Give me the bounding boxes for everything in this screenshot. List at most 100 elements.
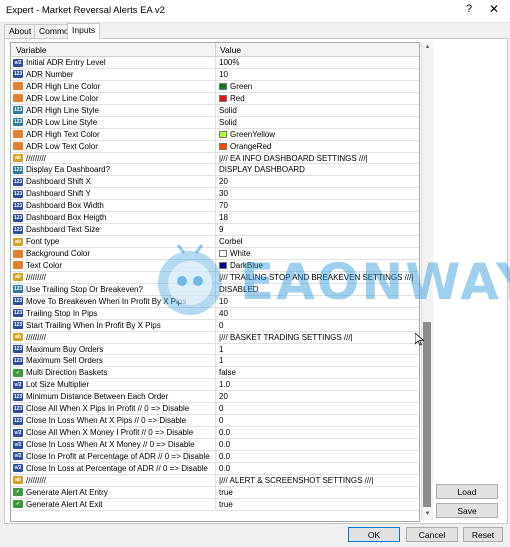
table-row[interactable]: ADR Low Text Color OrangeRed [11,140,419,153]
ok-button[interactable]: OK [348,527,400,542]
table-row[interactable]: 123 Dashboard Shift X 20 [11,176,419,189]
param-value[interactable]: DISPLAY DASHBOARD [219,165,305,174]
table-row[interactable]: v/2 Close In Loss When At X Money // 0 =>… [11,439,419,451]
vertical-scrollbar[interactable]: ▲ ▼ [421,42,433,520]
param-value[interactable]: 1 [219,356,223,365]
param-value[interactable]: 18 [219,213,228,222]
param-value[interactable]: GreenYellow [230,130,275,139]
table-row[interactable]: ab///////// |/// TRAILING STOP AND BREAKE… [11,271,419,284]
param-value[interactable]: 20 [219,177,228,186]
table-row[interactable]: ADR High Text Color GreenYellow [11,128,419,141]
table-row[interactable]: v/2 Initial ADR Entry Level 100% [11,57,419,69]
close-button[interactable]: ✕ [487,2,501,16]
scroll-thumb[interactable] [423,322,431,507]
param-value[interactable]: |/// TRAILING STOP AND BREAKEVEN SETTING… [219,273,413,282]
table-row[interactable]: 123 Start Trailing When In Profit By X Pi… [11,319,419,332]
param-value[interactable]: 0 [219,321,223,330]
param-value[interactable]: DarkBlue [230,261,263,270]
param-value[interactable]: |/// EA INFO DASHBOARD SETTINGS ///| [219,154,368,163]
color-swatch[interactable] [219,261,227,269]
cancel-button[interactable]: Cancel [406,527,458,542]
table-row[interactable]: 123 Dashboard Box Heigth 18 [11,212,419,225]
tab-about[interactable]: About [4,24,37,38]
table-row[interactable]: 123 Dashboard Text Size 9 [11,224,419,237]
table-row[interactable]: v/2 Close In Profit at Percentage of ADR … [11,450,419,463]
param-value[interactable]: 20 [219,392,228,401]
param-value[interactable]: OrangeRed [230,142,271,151]
param-value[interactable]: Corbel [219,237,243,246]
color-swatch[interactable] [219,82,227,90]
param-value[interactable]: Red [230,94,245,103]
param-value[interactable]: Solid [219,118,237,127]
table-row[interactable]: 123 ADR High Line Style Solid [11,104,419,117]
param-value[interactable]: Solid [219,106,237,115]
scroll-up-arrow-icon[interactable]: ▲ [422,42,433,53]
color-swatch[interactable] [219,142,227,150]
param-value[interactable]: 0.0 [219,464,230,473]
table-row[interactable]: ✓ Generate Alert At Entry true [11,486,419,499]
table-row[interactable]: 123 Close All When X Pips In Profit // 0 … [11,403,419,416]
color-swatch[interactable] [219,94,227,102]
table-row[interactable]: 123 Trailing Stop In Pips 40 [11,307,419,320]
param-value[interactable]: 0.0 [219,452,230,461]
table-row[interactable]: 123 Move To Breakeven When In Profit By X… [11,295,419,308]
param-value[interactable]: 1 [219,345,223,354]
table-row[interactable]: ab///////// |/// EA INFO DASHBOARD SETTIN… [11,152,419,165]
table-row[interactable]: 123 Minimum Distance Between Each Order 20 [11,391,419,404]
table-row[interactable]: ADR Low Line Color Red [11,92,419,105]
table-row[interactable]: Text Color DarkBlue [11,259,419,272]
load-button[interactable]: Load [436,484,498,499]
table-row[interactable]: v/2 Lot Size Multiplier 1.0 [11,379,419,392]
column-header-variable[interactable]: Variable [16,45,47,55]
param-value[interactable]: 0 [219,416,223,425]
param-value[interactable]: DISABLED [219,285,259,294]
table-row[interactable]: ab Font type Corbel [11,236,419,248]
param-value[interactable]: 40 [219,309,228,318]
param-value[interactable]: 10 [219,297,228,306]
column-divider[interactable] [215,43,216,56]
param-value[interactable]: 1.0 [219,380,230,389]
table-row[interactable]: ✓ Generate Alert At Exit true [11,498,419,511]
table-row[interactable]: Background Color White [11,248,419,260]
param-value[interactable]: 0.0 [219,440,230,449]
param-value[interactable]: true [219,500,233,509]
param-value[interactable]: 30 [219,189,228,198]
table-row[interactable]: 123 Maximum Sell Orders 1 [11,355,419,368]
table-row[interactable]: ADR High Line Color Green [11,80,419,93]
tab-inputs[interactable]: Inputs [67,23,101,39]
table-row[interactable]: ab///////// |/// ALERT & SCREENSHOT SETTI… [11,474,419,487]
title-bar: Expert - Market Reversal Alerts EA v2 ? … [0,0,510,23]
scroll-down-arrow-icon[interactable]: ▼ [422,509,433,520]
color-swatch[interactable] [219,130,227,138]
table-row[interactable]: v/2 Close All When X Money I Profit // 0 … [11,427,419,439]
param-value[interactable]: 10 [219,70,228,79]
param-value[interactable]: |/// BASKET TRADING SETTINGS ///| [219,333,353,342]
param-value[interactable]: 0 [219,404,223,413]
table-row[interactable]: 123 Dashboard Shift Y 30 [11,188,419,201]
table-row[interactable]: v/2 Close In Loss at Percentage of ADR //… [11,462,419,475]
param-value[interactable]: Green [230,82,252,91]
table-row[interactable]: 123 Display Ea Dashboard? DISPLAY DASHBOAR… [11,164,419,177]
table-row[interactable]: 123 Use Trailing Stop Or Breakeven? DISABL… [11,283,419,296]
param-value[interactable]: White [230,249,250,258]
param-value[interactable]: false [219,368,236,377]
param-value[interactable]: true [219,488,233,497]
param-value[interactable]: 9 [219,225,223,234]
table-row[interactable]: 123 Maximum Buy Orders 1 [11,343,419,356]
table-row[interactable]: 123 Dashboard Box Width 70 [11,200,419,213]
param-value[interactable]: 100% [219,58,239,67]
color-swatch[interactable] [219,250,227,257]
table-row[interactable]: ✓ Multi Direction Baskets false [11,367,419,380]
param-value[interactable]: |/// ALERT & SCREENSHOT SETTINGS ///| [219,476,373,485]
table-row[interactable]: ab///////// |/// BASKET TRADING SETTINGS … [11,331,419,344]
param-name: Generate Alert At Exit [26,499,103,509]
save-button[interactable]: Save [436,503,498,518]
param-value[interactable]: 0.0 [219,428,230,437]
table-row[interactable]: 123 ADR Number 10 [11,68,419,81]
param-value[interactable]: 70 [219,201,228,210]
column-header-value[interactable]: Value [220,45,241,55]
reset-button[interactable]: Reset [463,527,503,542]
help-button[interactable]: ? [462,3,476,15]
table-row[interactable]: 123 Close In Loss When At X Pips // 0 => … [11,415,419,428]
table-row[interactable]: 123 ADR Low Line Style Solid [11,116,419,129]
